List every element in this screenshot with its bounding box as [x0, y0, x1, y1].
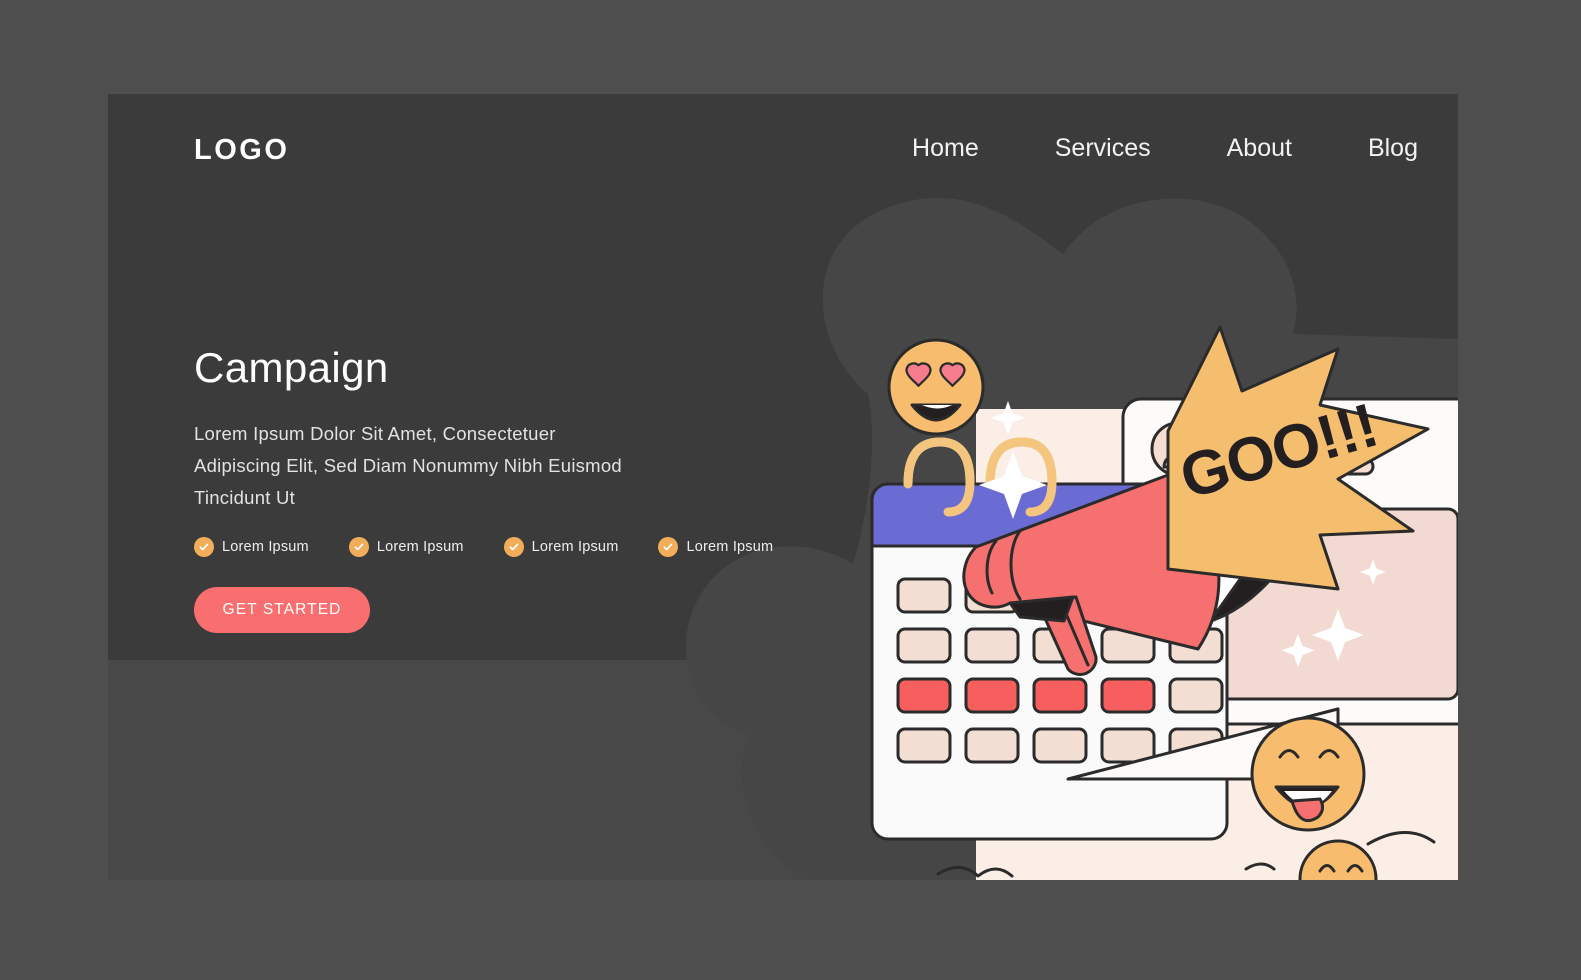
megaphone-neck [1008, 595, 1075, 623]
calendar-cell-highlighted [964, 677, 1020, 714]
check-icon [194, 536, 214, 557]
check-icon [503, 536, 524, 557]
calendar-cell [896, 577, 952, 614]
calendar-cell-highlighted [1100, 677, 1156, 714]
nav-item-about[interactable]: About [1227, 134, 1292, 163]
calendar-cell [1100, 727, 1156, 764]
calendar-cell [964, 727, 1020, 764]
check-icon [348, 536, 369, 557]
page-title: Campaign [194, 344, 389, 391]
screenshot-root: LOGO Home Services About Blog Campaign L… [0, 0, 1581, 980]
feature-item: Lorem Ipsum [348, 536, 464, 557]
calendar-cell-highlighted [1032, 677, 1088, 714]
feature-label: Lorem Ipsum [531, 538, 619, 555]
feature-item: Lorem Ipsum [194, 536, 309, 557]
feature-list: Lorem Ipsum Lorem Ipsum Lorem Ipsum Lore… [194, 536, 773, 557]
logo[interactable]: LOGO [194, 134, 289, 167]
feature-label: Lorem Ipsum [376, 538, 464, 555]
nav-item-blog[interactable]: Blog [1368, 134, 1418, 163]
get-started-button[interactable]: GET STARTED [194, 586, 370, 633]
hero-content: Campaign Lorem Ipsum Dolor Sit Amet, Con… [194, 344, 773, 633]
hero-subtitle: Lorem Ipsum Dolor Sit Amet, Consectetuer… [194, 423, 622, 509]
hero-illustration: GOO!!! [868, 179, 1458, 880]
feature-label: Lorem Ipsum [686, 538, 774, 555]
top-navigation-bar: LOGO Home Services About Blog [108, 94, 1458, 219]
feature-label: Lorem Ipsum [222, 538, 309, 555]
feature-item: Lorem Ipsum [503, 536, 619, 557]
calendar-cell [1168, 677, 1224, 714]
calendar-cell [964, 627, 1020, 664]
nav-item-home[interactable]: Home [912, 134, 979, 163]
calendar-cell [896, 727, 952, 764]
calendar-cell-highlighted [896, 677, 952, 714]
landing-page: LOGO Home Services About Blog Campaign L… [108, 94, 1458, 880]
calendar-cell [1032, 727, 1088, 764]
calendar-cell [896, 627, 952, 664]
nav-item-services[interactable]: Services [1055, 134, 1151, 163]
check-icon [658, 536, 679, 557]
feature-item: Lorem Ipsum [658, 536, 774, 557]
main-nav: Home Services About Blog [912, 134, 1418, 163]
